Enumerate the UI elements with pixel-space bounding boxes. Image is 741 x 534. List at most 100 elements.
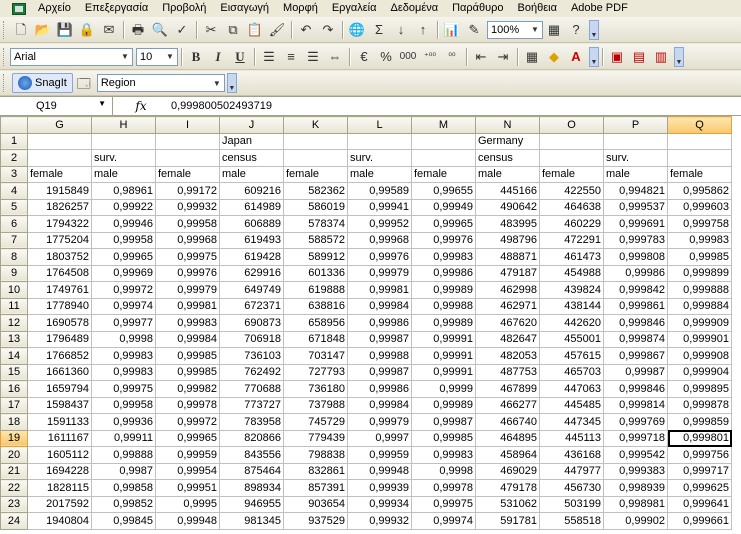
toolbar-grip[interactable]	[3, 20, 6, 39]
cell-j6[interactable]: 606889	[219, 215, 284, 233]
cell-g17[interactable]: 1598437	[27, 396, 92, 414]
cell-o5[interactable]: 464638	[539, 198, 604, 216]
menu-tools[interactable]: Εργαλεία	[326, 0, 385, 17]
cell-h9[interactable]: 0,99969	[91, 264, 156, 282]
cell-p19[interactable]: 0,999718	[603, 429, 668, 447]
cell-o12[interactable]: 442620	[539, 314, 604, 332]
cell-k24[interactable]: 937529	[283, 512, 348, 530]
open-icon[interactable]: 📂	[33, 20, 53, 40]
capture-mode-select[interactable]: Region ▼	[96, 74, 225, 92]
sort-descending-icon[interactable]: ↑	[413, 20, 433, 40]
cell-o10[interactable]: 439824	[539, 281, 604, 299]
menu-help[interactable]: Βοήθεια	[512, 0, 565, 17]
row-header-12[interactable]: 12	[0, 314, 28, 332]
align-right-icon[interactable]: ☰	[303, 47, 323, 67]
cell-k16[interactable]: 736180	[283, 380, 348, 398]
cell-m13[interactable]: 0,99991	[411, 330, 476, 348]
cell-m3[interactable]: female	[411, 165, 476, 183]
cell-m2[interactable]	[411, 149, 476, 167]
cell-h17[interactable]: 0,99958	[91, 396, 156, 414]
cell-i4[interactable]: 0,99172	[155, 182, 220, 200]
cell-j9[interactable]: 629916	[219, 264, 284, 282]
cell-q16[interactable]: 0,999895	[667, 380, 732, 398]
cell-j2[interactable]: census	[219, 149, 284, 167]
toolbar-grip[interactable]	[3, 74, 6, 92]
cell-p14[interactable]: 0,999867	[603, 347, 668, 365]
cell-i1[interactable]	[155, 132, 220, 150]
cell-m23[interactable]: 0,99975	[411, 495, 476, 513]
cell-g20[interactable]: 1605112	[27, 446, 92, 464]
column-header-g[interactable]: G	[27, 116, 92, 134]
cell-p7[interactable]: 0,999783	[603, 231, 668, 249]
column-header-p[interactable]: P	[603, 116, 668, 134]
cell-o9[interactable]: 454988	[539, 264, 604, 282]
cell-k15[interactable]: 727793	[283, 363, 348, 381]
cell-o17[interactable]: 445485	[539, 396, 604, 414]
cell-i21[interactable]: 0,99954	[155, 462, 220, 480]
cell-g23[interactable]: 2017592	[27, 495, 92, 513]
cell-m20[interactable]: 0,99983	[411, 446, 476, 464]
row-header-2[interactable]: 2	[0, 149, 28, 167]
cell-l23[interactable]: 0,99934	[347, 495, 412, 513]
column-header-j[interactable]: J	[219, 116, 284, 134]
cell-g16[interactable]: 1659794	[27, 380, 92, 398]
cell-g8[interactable]: 1803752	[27, 248, 92, 266]
cell-k1[interactable]	[283, 132, 348, 150]
cell-g15[interactable]: 1661360	[27, 363, 92, 381]
column-header-q[interactable]: Q	[667, 116, 732, 134]
cell-l7[interactable]: 0,99968	[347, 231, 412, 249]
row-header-6[interactable]: 6	[0, 215, 28, 233]
cell-g7[interactable]: 1775204	[27, 231, 92, 249]
font-size-select[interactable]: 10 ▼	[136, 47, 178, 66]
toolbar-options-icon[interactable]: ▼	[589, 19, 599, 40]
menu-format[interactable]: Μορφή	[277, 0, 326, 17]
cell-q21[interactable]: 0,999717	[667, 462, 732, 480]
pdf-email-icon[interactable]: ▤	[629, 47, 649, 67]
cell-j13[interactable]: 706918	[219, 330, 284, 348]
cell-n8[interactable]: 488871	[475, 248, 540, 266]
cell-o14[interactable]: 457615	[539, 347, 604, 365]
row-header-16[interactable]: 16	[0, 380, 28, 398]
menu-edit[interactable]: Επεξεργασία	[79, 0, 156, 17]
cell-h11[interactable]: 0,99974	[91, 297, 156, 315]
column-header-k[interactable]: K	[283, 116, 348, 134]
cell-g9[interactable]: 1764508	[27, 264, 92, 282]
cell-m17[interactable]: 0,99989	[411, 396, 476, 414]
cell-i10[interactable]: 0,99979	[155, 281, 220, 299]
excel-app-icon[interactable]	[12, 2, 26, 15]
align-left-icon[interactable]: ☰	[259, 47, 279, 67]
cell-i13[interactable]: 0,99984	[155, 330, 220, 348]
cell-i5[interactable]: 0,99932	[155, 198, 220, 216]
cell-i18[interactable]: 0,99972	[155, 413, 220, 431]
menu-data[interactable]: Δεδομένα	[385, 0, 447, 17]
cell-i12[interactable]: 0,99983	[155, 314, 220, 332]
cell-h19[interactable]: 0,99911	[91, 429, 156, 447]
cell-j14[interactable]: 736103	[219, 347, 284, 365]
cell-p13[interactable]: 0,999874	[603, 330, 668, 348]
cell-j1[interactable]: Japan	[219, 132, 284, 150]
redo-icon[interactable]: ↷	[318, 20, 338, 40]
cell-n17[interactable]: 466277	[475, 396, 540, 414]
row-header-7[interactable]: 7	[0, 231, 28, 249]
cell-i24[interactable]: 0,99948	[155, 512, 220, 530]
cell-q3[interactable]: female	[667, 165, 732, 183]
cell-h18[interactable]: 0,99936	[91, 413, 156, 431]
cell-j15[interactable]: 762492	[219, 363, 284, 381]
cell-l14[interactable]: 0,99988	[347, 347, 412, 365]
cell-p11[interactable]: 0,999861	[603, 297, 668, 315]
cell-l1[interactable]	[347, 132, 412, 150]
cell-q17[interactable]: 0,999878	[667, 396, 732, 414]
cell-o4[interactable]: 422550	[539, 182, 604, 200]
cell-p1[interactable]	[603, 132, 668, 150]
cell-m21[interactable]: 0,9998	[411, 462, 476, 480]
menu-adobe-pdf[interactable]: Adobe PDF	[565, 0, 636, 17]
cell-q4[interactable]: 0,995862	[667, 182, 732, 200]
cell-h23[interactable]: 0,99852	[91, 495, 156, 513]
cell-k17[interactable]: 737988	[283, 396, 348, 414]
cell-i8[interactable]: 0,99975	[155, 248, 220, 266]
cell-n16[interactable]: 467899	[475, 380, 540, 398]
cell-n13[interactable]: 482647	[475, 330, 540, 348]
pdf-convert-icon[interactable]: ▣	[607, 47, 627, 67]
cell-m11[interactable]: 0,99988	[411, 297, 476, 315]
row-header-11[interactable]: 11	[0, 297, 28, 315]
